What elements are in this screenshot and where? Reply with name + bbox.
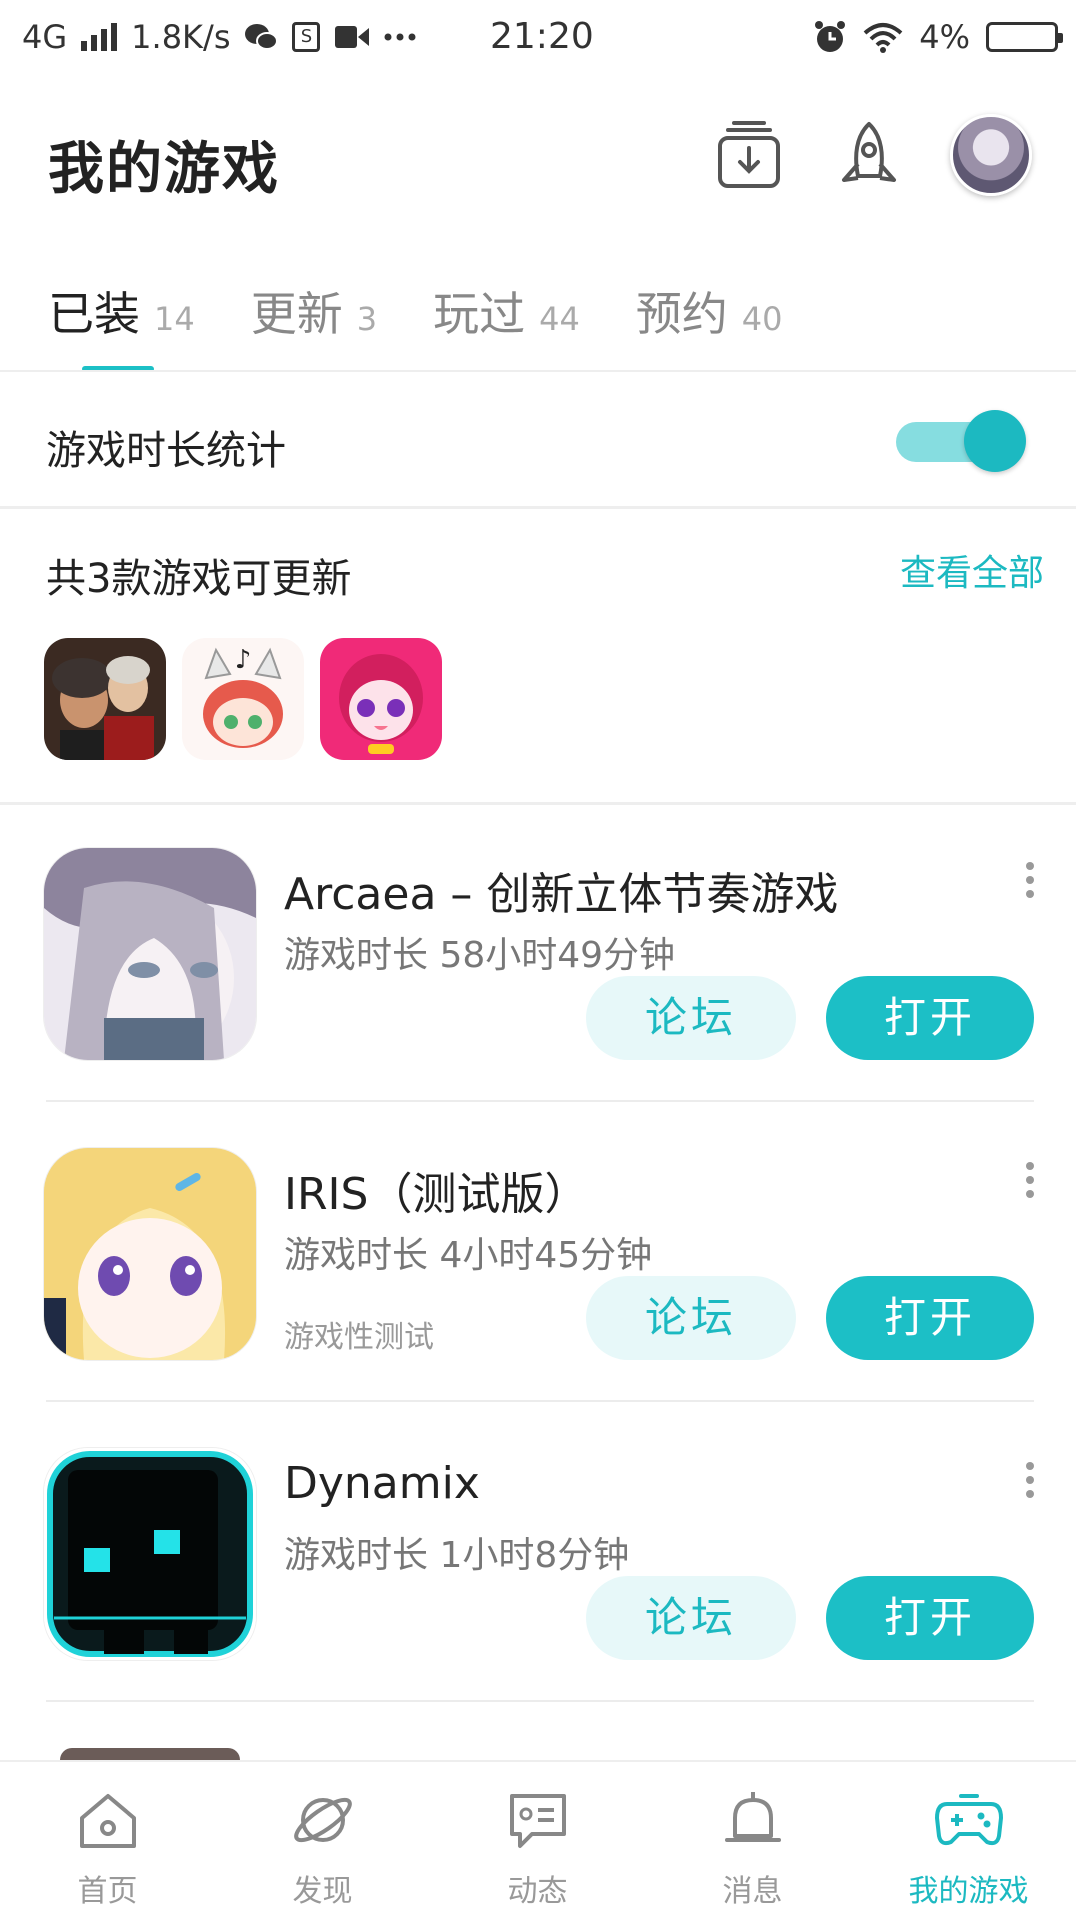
playtime-stats-label: 游戏时长统计 [46,428,286,474]
tab-installed[interactable]: 已装 14 [48,278,195,344]
game-row-dynamix[interactable]: Dynamix 游戏时长 1小时8分钟 论坛 打开 [0,1448,1076,1748]
updates-title: 共3款游戏可更新 [46,556,352,602]
divider [0,802,1076,805]
gamepad-icon [935,1794,1003,1846]
playtime-stats-toggle[interactable] [896,410,1030,472]
open-button[interactable]: 打开 [826,976,1034,1060]
network-type: 4G [22,18,68,56]
arcaea-icon[interactable] [44,848,256,1060]
game-tabs: 已装 14 更新 3 玩过 44 预约 40 [48,278,783,344]
cat-girl-game-icon[interactable]: ♪ [182,638,304,760]
open-button[interactable]: 打开 [826,1276,1034,1360]
user-avatar[interactable] [950,114,1032,196]
bell-icon [725,1792,781,1842]
forum-button[interactable]: 论坛 [586,976,796,1060]
forum-button[interactable]: 论坛 [586,1276,796,1360]
game-playtime: 游戏时长 4小时45分钟 [284,1235,653,1276]
nav-label: 我的游戏 [908,1874,1029,1909]
game-name: Dynamix [284,1458,480,1509]
tab-label: 预约 [635,287,728,341]
nav-label: 动态 [507,1874,568,1909]
tab-count: 14 [154,300,195,338]
bottom-navigation: 首页 发现 动态 消息 我的游戏 [0,1760,1076,1919]
tab-label: 已装 [48,287,140,341]
tab-count: 40 [741,300,783,338]
nav-messages[interactable]: 消息 [645,1762,860,1919]
beethoven-game-icon[interactable] [44,638,166,760]
status-bar: 4G 1.8K/s S 21:20 4% [0,0,1076,76]
divider [46,1700,1034,1702]
pink-girl-game-icon[interactable] [320,638,442,760]
home-icon [80,1794,136,1848]
nav-discover[interactable]: 发现 [215,1762,430,1919]
s-app-icon: S [292,22,321,52]
nav-label: 首页 [77,1874,138,1909]
divider [46,1400,1034,1402]
more-options-icon[interactable] [1022,862,1038,902]
network-speed: 1.8K/s [131,18,231,56]
more-dots-icon [384,33,416,41]
game-status-note: 游戏性测试 [284,1320,434,1355]
game-row-iris[interactable]: IRIS（测试版） 游戏时长 4小时45分钟 游戏性测试 论坛 打开 [0,1148,1076,1448]
game-playtime: 游戏时长 1小时8分钟 [284,1535,630,1576]
status-left: 4G 1.8K/s S [22,18,416,56]
game-playtime: 游戏时长 58小时49分钟 [284,935,676,976]
tab-updates[interactable]: 更新 3 [251,278,377,344]
planet-icon [294,1797,352,1843]
rocket-icon[interactable] [834,120,904,192]
download-manager-icon[interactable] [714,120,784,192]
tab-label: 玩过 [433,287,526,341]
tab-count: 44 [539,300,580,338]
nav-home[interactable]: 首页 [0,1762,215,1919]
open-button[interactable]: 打开 [826,1576,1034,1660]
chat-card-icon [510,1794,566,1848]
wifi-icon [863,23,903,53]
divider [0,370,1076,372]
wechat-icon [245,24,279,50]
page-title: 我的游戏 [48,137,280,202]
nav-my-games[interactable]: 我的游戏 [861,1762,1076,1919]
status-time: 21:20 [490,16,594,57]
tab-reserved[interactable]: 预约 40 [636,278,783,344]
divider [46,1100,1034,1102]
more-options-icon[interactable] [1022,1462,1038,1502]
forum-button[interactable]: 论坛 [586,1576,796,1660]
iris-icon[interactable] [44,1148,256,1360]
signal-icon [81,23,118,51]
dynamix-icon[interactable] [44,1448,256,1660]
svg-text:♪: ♪ [235,645,252,675]
tab-label: 更新 [250,287,343,341]
tab-played[interactable]: 玩过 44 [433,278,580,344]
battery-percent: 4% [919,18,970,56]
tab-count: 3 [356,300,378,338]
game-row-arcaea[interactable]: Arcaea – 创新立体节奏游戏 游戏时长 58小时49分钟 论坛 打开 [0,848,1076,1148]
divider [0,506,1076,509]
alarm-icon [815,21,846,52]
battery-icon [986,22,1063,52]
view-all-link[interactable]: 查看全部 [900,544,1044,596]
toggle-knob [964,410,1026,472]
my-games-page: 4G 1.8K/s S 21:20 4% 我的游戏 已装 14 更新 3 玩过 … [0,0,1076,1919]
nav-label: 发现 [292,1874,353,1909]
more-options-icon[interactable] [1022,1162,1038,1202]
status-right: 4% [813,18,1063,56]
game-name: Arcaea – 创新立体节奏游戏 [284,869,839,920]
nav-feed[interactable]: 动态 [430,1762,645,1919]
nav-label: 消息 [722,1874,783,1909]
game-name: IRIS（测试版） [284,1169,589,1220]
video-icon [335,26,370,48]
